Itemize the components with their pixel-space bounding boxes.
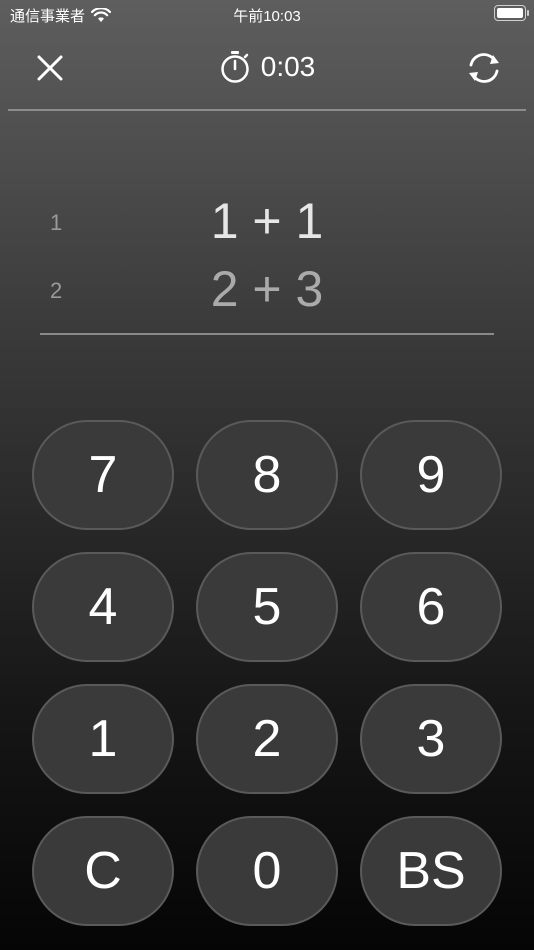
key-8[interactable]: 8 [196, 420, 338, 530]
battery-icon [494, 5, 529, 21]
status-bar: 通信事業者 午前10:03 [0, 0, 534, 30]
problem-list: 1 1 + 1 2 2 + 3 [0, 190, 534, 326]
key-3[interactable]: 3 [360, 684, 502, 794]
key-0[interactable]: 0 [196, 816, 338, 926]
problem-row: 2 2 + 3 [0, 258, 534, 326]
key-6[interactable]: 6 [360, 552, 502, 662]
key-9[interactable]: 9 [360, 420, 502, 530]
timer: 0:03 [0, 50, 534, 84]
key-5[interactable]: 5 [196, 552, 338, 662]
top-bar: 0:03 [0, 30, 534, 110]
key-2[interactable]: 2 [196, 684, 338, 794]
stopwatch-icon [221, 51, 249, 83]
key-4[interactable]: 4 [32, 552, 174, 662]
clear-button[interactable]: C [32, 816, 174, 926]
refresh-icon [469, 53, 499, 83]
status-time: 午前10:03 [233, 8, 301, 25]
key-1[interactable]: 1 [32, 684, 174, 794]
refresh-button[interactable] [462, 46, 506, 90]
problem-row: 1 1 + 1 [0, 190, 534, 258]
header-divider [8, 109, 526, 111]
timer-value: 0:03 [260, 51, 316, 82]
problem-expression: 2 + 3 [210, 261, 324, 317]
problem-divider [40, 333, 494, 335]
problem-expression: 1 + 1 [210, 193, 324, 249]
key-7[interactable]: 7 [32, 420, 174, 530]
backspace-button[interactable]: BS [360, 816, 502, 926]
